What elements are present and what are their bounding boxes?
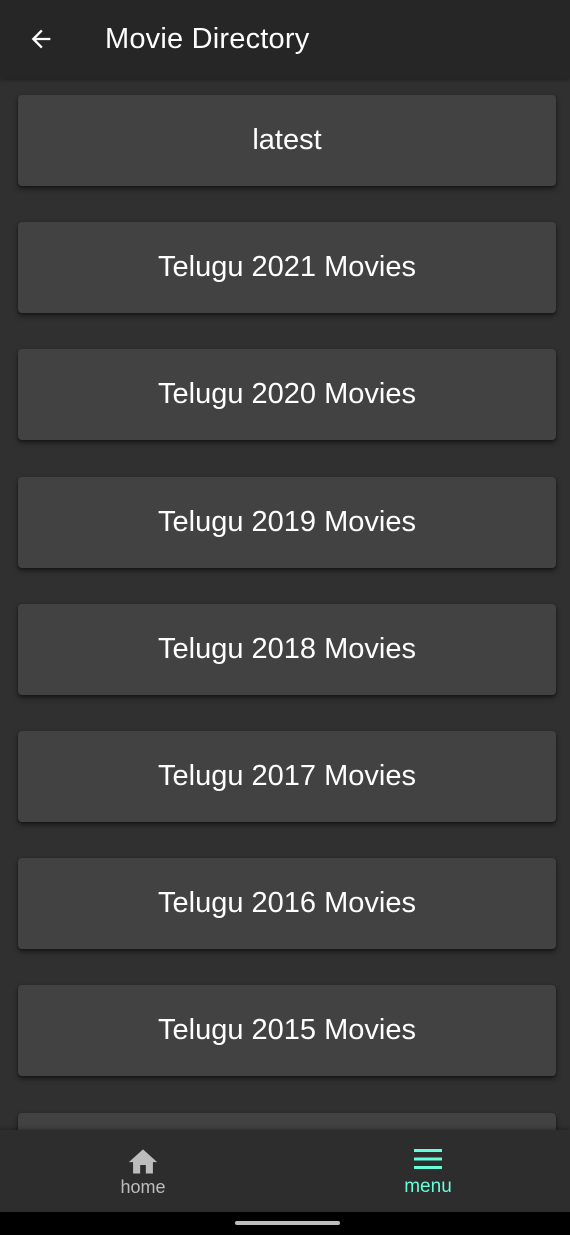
gesture-handle[interactable] xyxy=(235,1221,340,1225)
list-item-latest[interactable]: latest xyxy=(18,95,556,186)
list-item-telugu-2016[interactable]: Telugu 2016 Movies xyxy=(18,858,556,949)
nav-menu-button[interactable]: menu xyxy=(286,1130,570,1212)
list-item-telugu-2019[interactable]: Telugu 2019 Movies xyxy=(18,477,556,568)
nav-menu-label: menu xyxy=(404,1176,452,1197)
arrow-left-icon xyxy=(31,29,51,49)
screen: Movie Directory latest Telugu 2021 Movie… xyxy=(0,0,570,1235)
list-item-telugu-2018[interactable]: Telugu 2018 Movies xyxy=(18,604,556,695)
system-navigation-bar xyxy=(0,1212,570,1235)
back-button[interactable] xyxy=(21,19,61,59)
home-icon xyxy=(128,1148,158,1173)
nav-home-label: home xyxy=(120,1176,166,1197)
nav-home-button[interactable]: home xyxy=(0,1130,286,1212)
list-item-partial[interactable] xyxy=(18,1113,556,1130)
menu-icon xyxy=(414,1149,442,1169)
list-item-telugu-2017[interactable]: Telugu 2017 Movies xyxy=(18,731,556,822)
list-item-telugu-2015[interactable]: Telugu 2015 Movies xyxy=(18,985,556,1076)
bottom-navigation: home menu xyxy=(0,1130,570,1212)
movie-category-list[interactable]: latest Telugu 2021 Movies Telugu 2020 Mo… xyxy=(0,78,570,1130)
page-title: Movie Directory xyxy=(105,22,310,55)
list-item-telugu-2020[interactable]: Telugu 2020 Movies xyxy=(18,349,556,440)
app-bar: Movie Directory xyxy=(0,0,570,78)
list-item-telugu-2021[interactable]: Telugu 2021 Movies xyxy=(18,222,556,313)
